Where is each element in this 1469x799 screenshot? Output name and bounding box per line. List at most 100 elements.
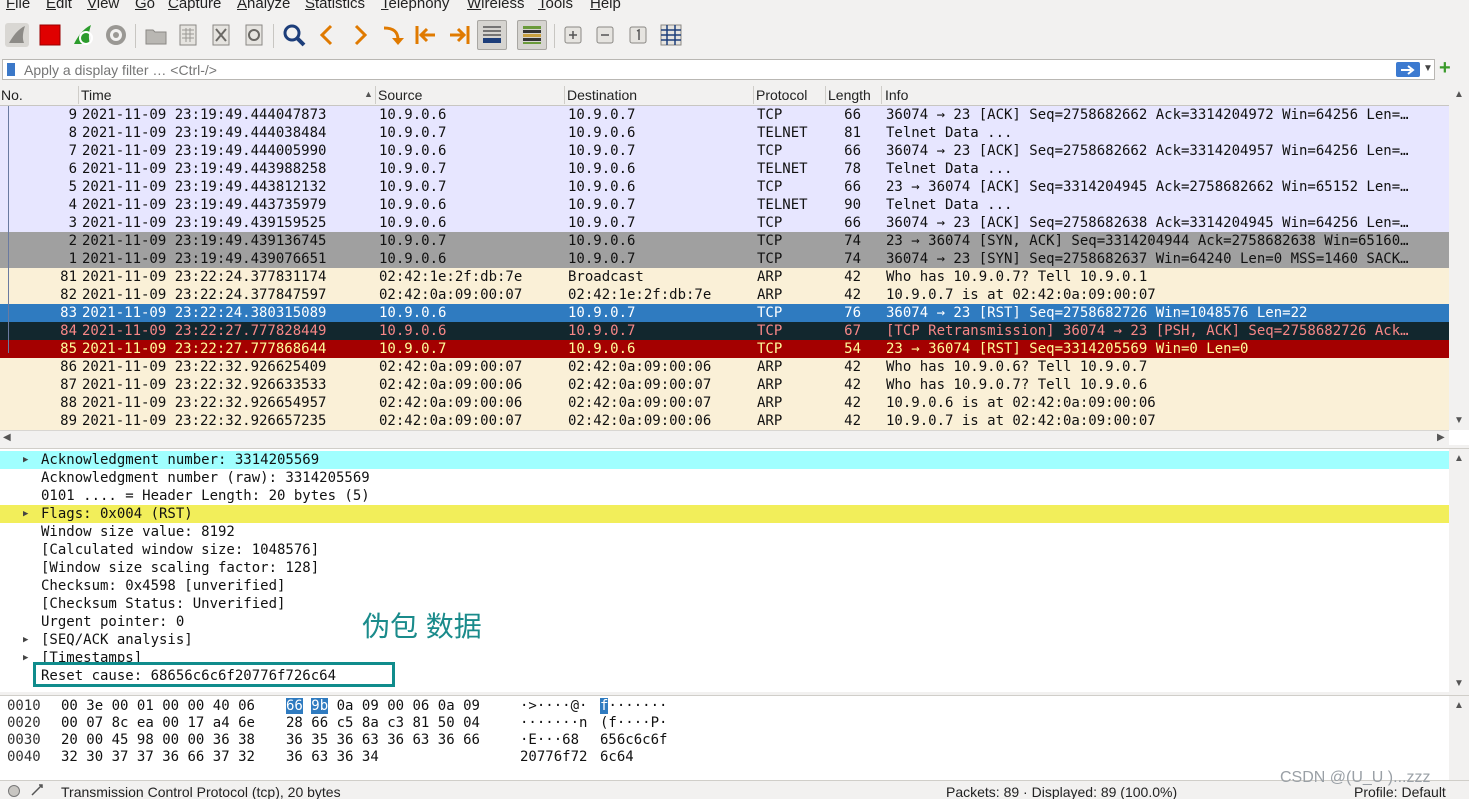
hex-byte[interactable]: 00 xyxy=(162,732,179,748)
hex-byte[interactable]: 66 xyxy=(463,732,480,748)
hex-byte[interactable]: 36 xyxy=(337,749,354,765)
ascii-bytes[interactable]: 6c64 xyxy=(600,749,634,766)
hex-byte[interactable]: 36 xyxy=(286,732,303,748)
restart-capture-button[interactable] xyxy=(68,20,98,50)
ascii-bytes[interactable]: 656c6c6f xyxy=(600,732,667,749)
column-divider[interactable] xyxy=(753,86,754,104)
hex-bytes-group[interactable]: 20 00 45 98 00 00 36 38 xyxy=(61,732,255,749)
menu-go[interactable]: Go xyxy=(135,0,155,12)
next-packet-button[interactable] xyxy=(345,20,375,50)
hex-byte[interactable]: 30 xyxy=(86,749,103,765)
autoscroll-button[interactable] xyxy=(477,20,507,50)
detail-row[interactable]: ▶ Acknowledgment number: 3314205569 xyxy=(0,451,1449,469)
hex-byte[interactable]: 36 xyxy=(438,732,455,748)
detail-row[interactable]: ▶ [SEQ/ACK analysis] xyxy=(0,631,1449,649)
hex-byte[interactable]: 32 xyxy=(61,749,78,765)
packet-row[interactable]: 8 2021-11-09 23:19:49.444038484 10.9.0.7 10… xyxy=(0,124,1449,142)
scroll-right-icon[interactable]: ▶ xyxy=(1437,432,1445,443)
hex-byte[interactable]: 37 xyxy=(137,749,154,765)
resize-columns-button[interactable] xyxy=(656,20,686,50)
capture-options-button[interactable] xyxy=(101,20,131,50)
packet-row[interactable]: 2 2021-11-09 23:19:49.439136745 10.9.0.7 10… xyxy=(0,232,1449,250)
ascii-bytes[interactable]: 20776f72 xyxy=(520,749,587,766)
packet-row[interactable]: 86 2021-11-09 23:22:32.926625409 02:42:0a:… xyxy=(0,358,1449,376)
details-vertical-scrollbar[interactable]: ▲ ▼ xyxy=(1449,449,1469,692)
hex-byte[interactable]: 0a xyxy=(438,698,455,714)
hex-byte[interactable]: 20 xyxy=(61,732,78,748)
hex-bytes-group[interactable]: 00 07 8c ea 00 17 a4 6e xyxy=(61,715,255,732)
previous-packet-button[interactable] xyxy=(312,20,342,50)
ascii-bytes[interactable]: ·>····@· xyxy=(520,698,587,715)
packet-row[interactable]: 87 2021-11-09 23:22:32.926633533 02:42:0a:… xyxy=(0,376,1449,394)
hex-byte[interactable]: 36 xyxy=(337,732,354,748)
hex-byte[interactable]: 00 xyxy=(162,715,179,731)
packet-row-selected[interactable]: 83 2021-11-09 23:22:24.380315089 10.9.0.6 1… xyxy=(0,304,1449,322)
go-to-packet-button[interactable] xyxy=(378,20,408,50)
normal-size-button[interactable] xyxy=(623,20,653,50)
hex-byte[interactable]: 35 xyxy=(311,732,328,748)
hex-byte[interactable]: 37 xyxy=(213,749,230,765)
last-packet-button[interactable] xyxy=(444,20,474,50)
hex-byte[interactable]: 32 xyxy=(238,749,255,765)
packet-row[interactable]: 88 2021-11-09 23:22:32.926654957 02:42:0a:… xyxy=(0,394,1449,412)
packet-row[interactable]: 3 2021-11-09 23:19:49.439159525 10.9.0.6 10… xyxy=(0,214,1449,232)
column-header-info[interactable]: Info xyxy=(885,87,908,103)
reload-file-button[interactable] xyxy=(239,20,269,50)
menu-help[interactable]: Help xyxy=(590,0,621,12)
hex-byte[interactable]: 36 xyxy=(162,749,179,765)
column-divider[interactable] xyxy=(825,86,826,104)
hex-byte[interactable]: 38 xyxy=(238,732,255,748)
column-divider[interactable] xyxy=(78,86,79,104)
scroll-up-icon[interactable]: ▲ xyxy=(1454,89,1464,100)
start-capture-button[interactable] xyxy=(2,20,32,50)
ascii-bytes[interactable]: ·E···68 xyxy=(520,732,579,749)
hex-bytes-group[interactable]: 00 3e 00 01 00 00 40 06 xyxy=(61,698,255,715)
column-header-protocol[interactable]: Protocol xyxy=(756,87,807,103)
packet-row[interactable]: 7 2021-11-09 23:19:49.444005990 10.9.0.6 10… xyxy=(0,142,1449,160)
hex-byte[interactable]: 63 xyxy=(412,732,429,748)
detail-row[interactable]: ▶ Flags: 0x004 (RST) xyxy=(0,505,1449,523)
hex-byte[interactable]: 63 xyxy=(362,732,379,748)
ascii-bytes[interactable]: f······· xyxy=(600,698,667,715)
hex-byte-highlighted[interactable]: 66 xyxy=(286,698,303,714)
ascii-bytes[interactable]: ·······n xyxy=(520,715,587,732)
hex-byte[interactable]: 09 xyxy=(463,698,480,714)
packet-row[interactable]: 9 2021-11-09 23:19:49.444047873 10.9.0.6 10… xyxy=(0,106,1449,124)
close-file-button[interactable] xyxy=(206,20,236,50)
hex-byte[interactable]: 0a xyxy=(337,698,354,714)
hex-byte[interactable]: 04 xyxy=(463,715,480,731)
apply-filter-button[interactable] xyxy=(1396,62,1420,77)
scroll-up-icon[interactable]: ▲ xyxy=(1454,700,1464,711)
packet-row[interactable]: 82 2021-11-09 23:22:24.377847597 02:42:0a:… xyxy=(0,286,1449,304)
column-header-destination[interactable]: Destination xyxy=(567,87,637,103)
hex-bytes-group[interactable]: 32 30 37 37 36 66 37 32 xyxy=(61,749,255,766)
column-divider[interactable] xyxy=(375,86,376,104)
hex-byte[interactable]: 34 xyxy=(362,749,379,765)
chevron-down-icon[interactable]: ▼ xyxy=(1423,63,1433,74)
hex-byte[interactable]: 36 xyxy=(213,732,230,748)
hex-byte[interactable]: 00 xyxy=(61,715,78,731)
capture-comment-icon[interactable] xyxy=(30,783,44,797)
open-file-button[interactable] xyxy=(141,20,171,50)
hex-byte[interactable]: 98 xyxy=(137,732,154,748)
hex-byte[interactable]: 28 xyxy=(286,715,303,731)
hex-byte[interactable]: c3 xyxy=(387,715,404,731)
hex-byte[interactable]: 00 xyxy=(187,732,204,748)
hex-byte[interactable]: 36 xyxy=(387,732,404,748)
zoom-out-button[interactable] xyxy=(590,20,620,50)
hex-byte[interactable]: 50 xyxy=(438,715,455,731)
first-packet-button[interactable] xyxy=(411,20,441,50)
packet-row[interactable]: 84 2021-11-09 23:22:27.777828449 10.9.0.6 1… xyxy=(0,322,1449,340)
hex-byte[interactable]: 00 xyxy=(187,698,204,714)
detail-row[interactable]: Urgent pointer: 0 xyxy=(0,613,1449,631)
expand-arrow-icon[interactable]: ▶ xyxy=(23,451,28,469)
packet-row[interactable]: 89 2021-11-09 23:22:32.926657235 02:42:0a:… xyxy=(0,412,1449,430)
hex-byte[interactable]: a4 xyxy=(213,715,230,731)
packet-row[interactable]: 1 2021-11-09 23:19:49.439076651 10.9.0.6 10… xyxy=(0,250,1449,268)
hex-byte[interactable]: ea xyxy=(137,715,154,731)
hex-byte[interactable]: 00 xyxy=(387,698,404,714)
detail-row[interactable]: [Checksum Status: Unverified] xyxy=(0,595,1449,613)
hex-byte-highlighted[interactable]: 9b xyxy=(311,698,329,714)
hex-byte[interactable]: 00 xyxy=(86,732,103,748)
hex-byte[interactable]: 01 xyxy=(137,698,154,714)
